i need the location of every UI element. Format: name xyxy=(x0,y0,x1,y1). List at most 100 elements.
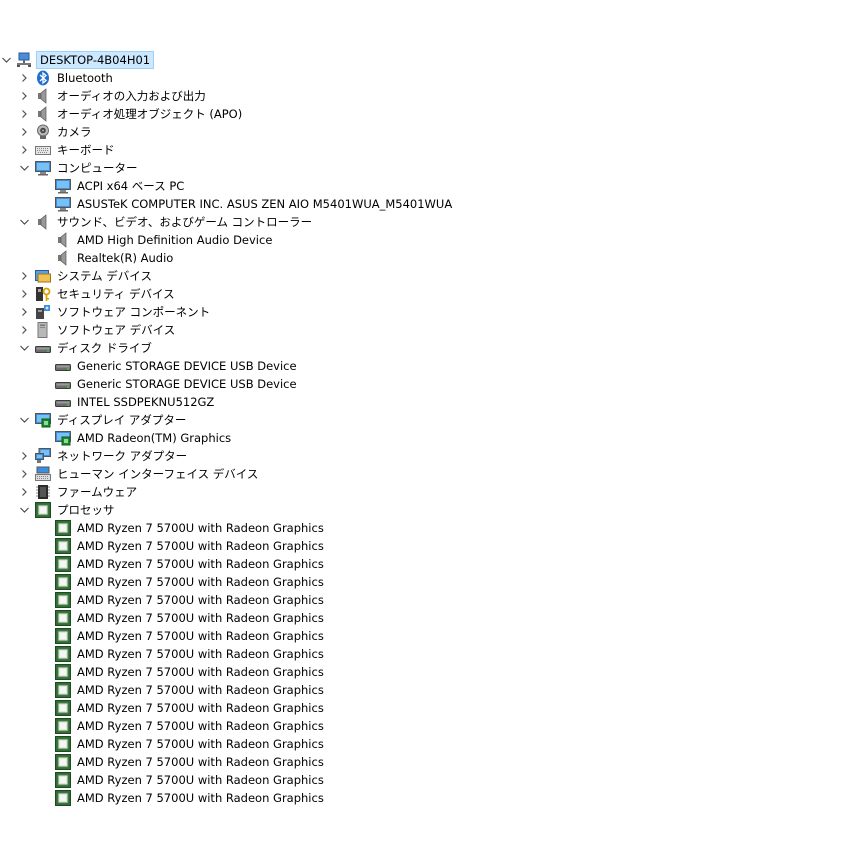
tree-item-item[interactable]: ネットワーク アダプター xyxy=(0,447,189,465)
tree-item-label: ディスク ドライブ xyxy=(57,341,152,355)
chevron-right-icon[interactable] xyxy=(18,267,30,285)
chevron-down-icon[interactable] xyxy=(0,51,12,69)
speaker-icon xyxy=(35,214,51,230)
tree-item-label: AMD Ryzen 7 5700U with Radeon Graphics xyxy=(77,755,324,769)
camera-icon xyxy=(35,124,51,140)
tree-root[interactable]: DESKTOP-4B04H01 xyxy=(0,51,155,69)
tree-item-amd-ryzen-7-5700u-with-radeon-graphics[interactable]: AMD Ryzen 7 5700U with Radeon Graphics xyxy=(0,789,326,807)
tree-item-item[interactable]: サウンド、ビデオ、およびゲーム コントローラー xyxy=(0,213,314,231)
software-device-icon xyxy=(35,322,51,338)
chevron-right-icon[interactable] xyxy=(18,141,30,159)
tree-item-item[interactable]: コンピューター xyxy=(0,159,140,177)
tree-item-amd-ryzen-7-5700u-with-radeon-graphics[interactable]: AMD Ryzen 7 5700U with Radeon Graphics xyxy=(0,681,326,699)
tree-item-item[interactable]: ディスク ドライブ xyxy=(0,339,154,357)
tree-item-amd-ryzen-7-5700u-with-radeon-graphics[interactable]: AMD Ryzen 7 5700U with Radeon Graphics xyxy=(0,663,326,681)
processor-icon xyxy=(55,646,71,662)
tree-item-bluetooth[interactable]: Bluetooth xyxy=(0,69,115,87)
tree-item-generic-storage-device-usb-device[interactable]: Generic STORAGE DEVICE USB Device xyxy=(0,375,299,393)
chevron-down-icon[interactable] xyxy=(18,339,30,357)
tree-item-intel-ssdpeknu512gz[interactable]: INTEL SSDPEKNU512GZ xyxy=(0,393,216,411)
tree-item-amd-radeon-tm-graphics[interactable]: AMD Radeon(TM) Graphics xyxy=(0,429,233,447)
tree-item-amd-ryzen-7-5700u-with-radeon-graphics[interactable]: AMD Ryzen 7 5700U with Radeon Graphics xyxy=(0,573,326,591)
tree-item-item[interactable]: ファームウェア xyxy=(0,483,139,501)
computer-network-icon xyxy=(16,52,32,68)
tree-item-amd-ryzen-7-5700u-with-radeon-graphics[interactable]: AMD Ryzen 7 5700U with Radeon Graphics xyxy=(0,771,326,789)
tree-item-amd-ryzen-7-5700u-with-radeon-graphics[interactable]: AMD Ryzen 7 5700U with Radeon Graphics xyxy=(0,555,326,573)
tree-item-amd-ryzen-7-5700u-with-radeon-graphics[interactable]: AMD Ryzen 7 5700U with Radeon Graphics xyxy=(0,627,326,645)
chevron-right-icon[interactable] xyxy=(18,303,30,321)
disk-drive-icon xyxy=(35,340,51,356)
tree-item-item[interactable]: プロセッサ xyxy=(0,501,117,519)
tree-item-asustek-computer-inc-asus-zen-aio-m5401wua-m5401wua[interactable]: ASUSTeK COMPUTER INC. ASUS ZEN AIO M5401… xyxy=(0,195,454,213)
network-adapter-icon xyxy=(35,448,51,464)
tree-item-label: コンピューター xyxy=(57,161,138,175)
tree-item-item[interactable]: セキュリティ デバイス xyxy=(0,285,177,303)
tree-item-label: ネットワーク アダプター xyxy=(57,449,188,463)
monitor-icon xyxy=(35,160,51,176)
keyboard-icon xyxy=(35,142,51,158)
processor-icon xyxy=(55,628,71,644)
chevron-right-icon[interactable] xyxy=(18,483,30,501)
tree-item-amd-ryzen-7-5700u-with-radeon-graphics[interactable]: AMD Ryzen 7 5700U with Radeon Graphics xyxy=(0,735,326,753)
chevron-right-icon[interactable] xyxy=(18,285,30,303)
tree-item-amd-ryzen-7-5700u-with-radeon-graphics[interactable]: AMD Ryzen 7 5700U with Radeon Graphics xyxy=(0,699,326,717)
tree-item-label: AMD Ryzen 7 5700U with Radeon Graphics xyxy=(77,647,324,661)
tree-item-item[interactable]: ソフトウェア デバイス xyxy=(0,321,177,339)
tree-item-amd-ryzen-7-5700u-with-radeon-graphics[interactable]: AMD Ryzen 7 5700U with Radeon Graphics xyxy=(0,537,326,555)
firmware-icon xyxy=(35,484,51,500)
software-component-icon xyxy=(35,304,51,320)
monitor-icon xyxy=(55,196,71,212)
chevron-down-icon[interactable] xyxy=(18,159,30,177)
processor-icon xyxy=(55,772,71,788)
chevron-down-icon[interactable] xyxy=(18,501,30,519)
speaker-icon xyxy=(35,88,51,104)
tree-item-amd-ryzen-7-5700u-with-radeon-graphics[interactable]: AMD Ryzen 7 5700U with Radeon Graphics xyxy=(0,717,326,735)
tree-item-item[interactable]: カメラ xyxy=(0,123,94,141)
tree-item-label: ソフトウェア デバイス xyxy=(57,323,176,337)
chevron-down-icon[interactable] xyxy=(18,213,30,231)
tree-item-item[interactable]: オーディオの入力および出力 xyxy=(0,87,208,105)
tree-item-item[interactable]: ディスプレイ アダプター xyxy=(0,411,188,429)
chevron-right-icon[interactable] xyxy=(18,465,30,483)
tree-item-label: AMD Ryzen 7 5700U with Radeon Graphics xyxy=(77,557,324,571)
tree-item-label: サウンド、ビデオ、およびゲーム コントローラー xyxy=(57,215,313,229)
tree-item-item[interactable]: システム デバイス xyxy=(0,267,154,285)
chevron-right-icon[interactable] xyxy=(18,447,30,465)
tree-item-amd-ryzen-7-5700u-with-radeon-graphics[interactable]: AMD Ryzen 7 5700U with Radeon Graphics xyxy=(0,519,326,537)
tree-item-label: カメラ xyxy=(57,125,92,139)
chevron-right-icon[interactable] xyxy=(18,123,30,141)
monitor-icon xyxy=(55,178,71,194)
tree-item-amd-ryzen-7-5700u-with-radeon-graphics[interactable]: AMD Ryzen 7 5700U with Radeon Graphics xyxy=(0,609,326,627)
bluetooth-icon xyxy=(35,70,51,86)
tree-item-label: Realtek(R) Audio xyxy=(77,251,174,265)
tree-item-label: Bluetooth xyxy=(57,71,113,85)
processor-icon xyxy=(55,556,71,572)
tree-item-label: オーディオ処理オブジェクト (APO) xyxy=(57,107,243,121)
tree-item-apo[interactable]: オーディオ処理オブジェクト (APO) xyxy=(0,105,244,123)
tree-item-label: AMD Ryzen 7 5700U with Radeon Graphics xyxy=(77,701,324,715)
chevron-right-icon[interactable] xyxy=(18,69,30,87)
processor-icon xyxy=(55,790,71,806)
tree-item-item[interactable]: キーボード xyxy=(0,141,117,159)
tree-item-amd-ryzen-7-5700u-with-radeon-graphics[interactable]: AMD Ryzen 7 5700U with Radeon Graphics xyxy=(0,591,326,609)
tree-item-acpi-x64-pc[interactable]: ACPI x64 ベース PC xyxy=(0,177,186,195)
tree-item-amd-high-definition-audio-device[interactable]: AMD High Definition Audio Device xyxy=(0,231,274,249)
tree-item-item[interactable]: ヒューマン インターフェイス デバイス xyxy=(0,465,260,483)
tree-item-label: セキュリティ デバイス xyxy=(57,287,175,301)
tree-item-amd-ryzen-7-5700u-with-radeon-graphics[interactable]: AMD Ryzen 7 5700U with Radeon Graphics xyxy=(0,645,326,663)
chevron-right-icon[interactable] xyxy=(18,87,30,105)
tree-item-label: AMD Ryzen 7 5700U with Radeon Graphics xyxy=(77,593,324,607)
chevron-right-icon[interactable] xyxy=(18,321,30,339)
tree-item-label: ソフトウェア コンポーネント xyxy=(57,305,211,319)
display-adapter-icon xyxy=(55,430,71,446)
system-folder-icon xyxy=(35,268,51,284)
tree-item-label: ディスプレイ アダプター xyxy=(57,413,187,427)
tree-item-amd-ryzen-7-5700u-with-radeon-graphics[interactable]: AMD Ryzen 7 5700U with Radeon Graphics xyxy=(0,753,326,771)
tree-item-realtek-r-audio[interactable]: Realtek(R) Audio xyxy=(0,249,175,267)
device-tree: DESKTOP-4B04H01 Bluetooth オーディオの入力および出力オーデ… xyxy=(0,0,855,855)
tree-item-generic-storage-device-usb-device[interactable]: Generic STORAGE DEVICE USB Device xyxy=(0,357,299,375)
chevron-down-icon[interactable] xyxy=(18,411,30,429)
chevron-right-icon[interactable] xyxy=(18,105,30,123)
tree-item-label: AMD Ryzen 7 5700U with Radeon Graphics xyxy=(77,683,324,697)
tree-item-item[interactable]: ソフトウェア コンポーネント xyxy=(0,303,212,321)
